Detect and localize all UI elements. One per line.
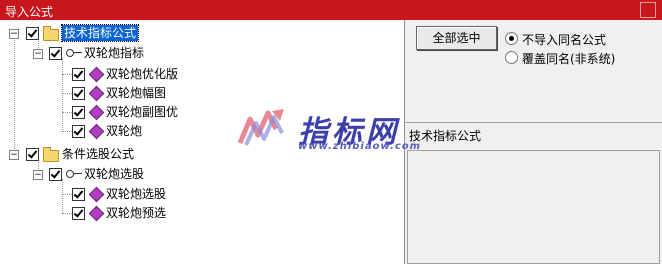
tree-node-label: 条件选股公式 xyxy=(62,147,135,161)
checkbox[interactable] xyxy=(49,168,62,181)
key-icon xyxy=(66,48,82,58)
radio-skip-duplicates[interactable] xyxy=(505,32,518,45)
radio-label[interactable]: 覆盖同名(非系统) xyxy=(522,50,615,67)
checkbox[interactable] xyxy=(72,188,85,201)
formula-icon xyxy=(88,123,105,140)
checkbox[interactable] xyxy=(72,125,85,138)
tree-leaf[interactable]: 双轮炮幅图 xyxy=(0,85,300,103)
tree-leaf[interactable]: 双轮炮优化版 xyxy=(0,66,300,84)
tree-node-label: 双轮炮指标 xyxy=(84,46,145,60)
tree-leaf[interactable]: 双轮炮选股 xyxy=(0,186,300,204)
tree-leaf-label: 双轮炮优化版 xyxy=(106,67,179,81)
tree-leaf[interactable]: 双轮炮预选 xyxy=(0,205,300,223)
divider xyxy=(405,122,662,123)
radio-label[interactable]: 不导入同名公式 xyxy=(522,31,606,48)
watermark-url: www.zhibiaow.com xyxy=(298,141,422,152)
tree-leaf-label: 双轮炮幅图 xyxy=(106,86,167,100)
checkbox[interactable] xyxy=(26,148,39,161)
key-icon xyxy=(66,169,82,179)
watermark: 指标网 www.zhibiaow.com xyxy=(236,105,426,157)
formula-description-box[interactable] xyxy=(407,150,660,264)
tree-node-selection-set[interactable]: − 双轮炮选股 xyxy=(0,166,300,184)
folder-icon xyxy=(43,147,59,162)
tree-leaf-label: 双轮炮预选 xyxy=(106,206,167,220)
tree-node-label: 技术指标公式 xyxy=(60,24,140,42)
collapse-toggle[interactable]: − xyxy=(33,49,43,59)
folder-icon xyxy=(43,26,59,41)
watermark-logo-icon xyxy=(237,109,284,146)
window-title: 导入公式 xyxy=(5,5,54,19)
checkbox[interactable] xyxy=(72,68,85,81)
checkbox[interactable] xyxy=(72,106,85,119)
tree-node-indicator-set[interactable]: − 双轮炮指标 xyxy=(0,45,300,63)
formula-icon xyxy=(88,205,105,222)
checkbox[interactable] xyxy=(49,47,62,60)
tree-leaf-label: 双轮炮副图优 xyxy=(106,105,179,119)
collapse-toggle[interactable]: − xyxy=(9,150,19,160)
tree-leaf-label: 双轮炮 xyxy=(106,124,143,138)
tree-leaf-label: 双轮炮选股 xyxy=(106,187,167,201)
formula-icon xyxy=(88,104,105,121)
options-panel: 全部选中 不导入同名公式 覆盖同名(非系统) 技术指标公式 xyxy=(405,20,662,264)
title-bar[interactable]: 导入公式 xyxy=(0,0,662,20)
checkbox[interactable] xyxy=(72,87,85,100)
checkbox[interactable] xyxy=(26,27,39,40)
formula-icon xyxy=(88,66,105,83)
tree-node-label: 双轮炮选股 xyxy=(84,167,145,181)
tree-node-tech-indicators[interactable]: − 技术指标公式 xyxy=(0,24,300,43)
close-button[interactable] xyxy=(640,2,656,18)
radio-overwrite[interactable] xyxy=(505,51,518,64)
collapse-toggle[interactable]: − xyxy=(9,29,19,39)
formula-icon xyxy=(88,85,105,102)
collapse-toggle[interactable]: − xyxy=(33,170,43,180)
checkbox[interactable] xyxy=(72,207,85,220)
select-all-button[interactable]: 全部选中 xyxy=(416,26,497,50)
formula-icon xyxy=(88,186,105,203)
